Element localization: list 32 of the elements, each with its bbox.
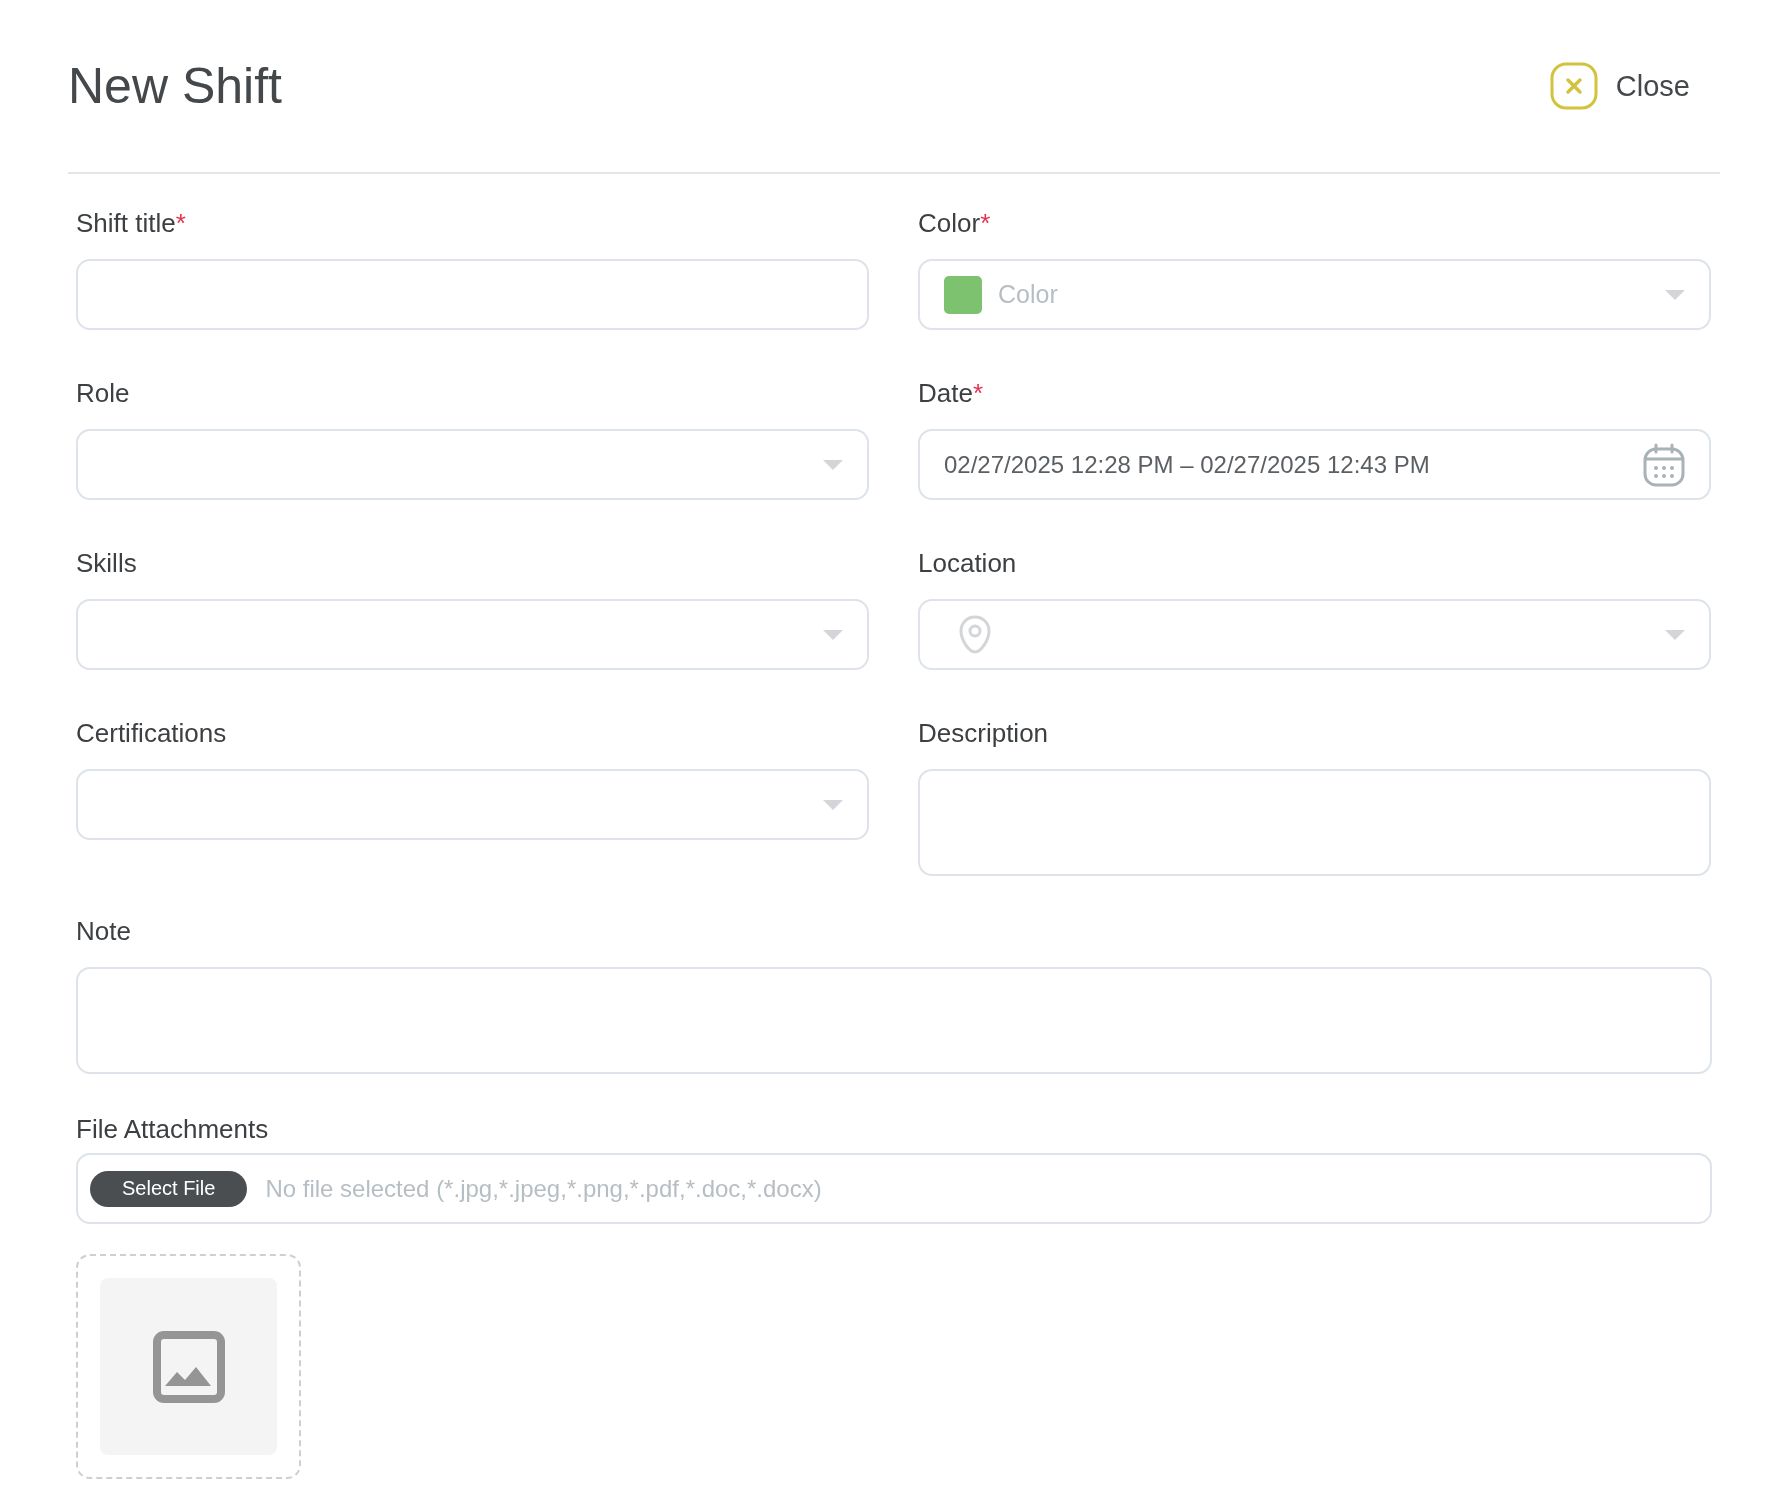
caret-icon [1665, 629, 1685, 640]
field-label: Color* [918, 208, 992, 239]
close-button[interactable]: Close [1549, 62, 1690, 110]
date-range-field[interactable]: 02/27/2025 12:28 PM – 02/27/2025 12:43 PM [918, 429, 1711, 500]
caret-icon [823, 629, 843, 640]
location-pin-icon [958, 614, 992, 655]
file-status-text: No file selected (*.jpg,*.jpeg,*.png,*.pdf,*.doc,*.docx) [265, 1174, 823, 1203]
field-label: Location [918, 548, 1018, 579]
field-label: Date* [918, 378, 985, 409]
field-label: File Attachments [76, 1114, 270, 1145]
field-label: Note [76, 916, 132, 947]
description-textarea[interactable] [918, 769, 1711, 876]
note-textarea[interactable] [76, 967, 1712, 1074]
text-field[interactable] [76, 259, 869, 330]
dropdown-field[interactable] [76, 599, 869, 670]
close-icon [1549, 62, 1598, 110]
field-label: Description [918, 718, 1050, 749]
select-file-button[interactable]: Select File [90, 1170, 248, 1207]
field-label: Shift title* [76, 208, 187, 239]
field-label: Role [76, 378, 131, 409]
caret-icon [823, 459, 843, 470]
field-label: Certifications [76, 718, 228, 749]
location-dropdown[interactable] [918, 599, 1711, 670]
caret-icon [1665, 289, 1685, 300]
field-label: Skills [76, 548, 138, 579]
dropdown-field[interactable] [76, 769, 869, 840]
calendar-icon [1643, 442, 1685, 487]
image-icon [152, 1330, 225, 1403]
upload-dropzone[interactable] [76, 1254, 301, 1479]
page-title: New Shift [68, 57, 282, 115]
caret-icon [823, 799, 843, 810]
dropdown-field[interactable] [76, 429, 869, 500]
